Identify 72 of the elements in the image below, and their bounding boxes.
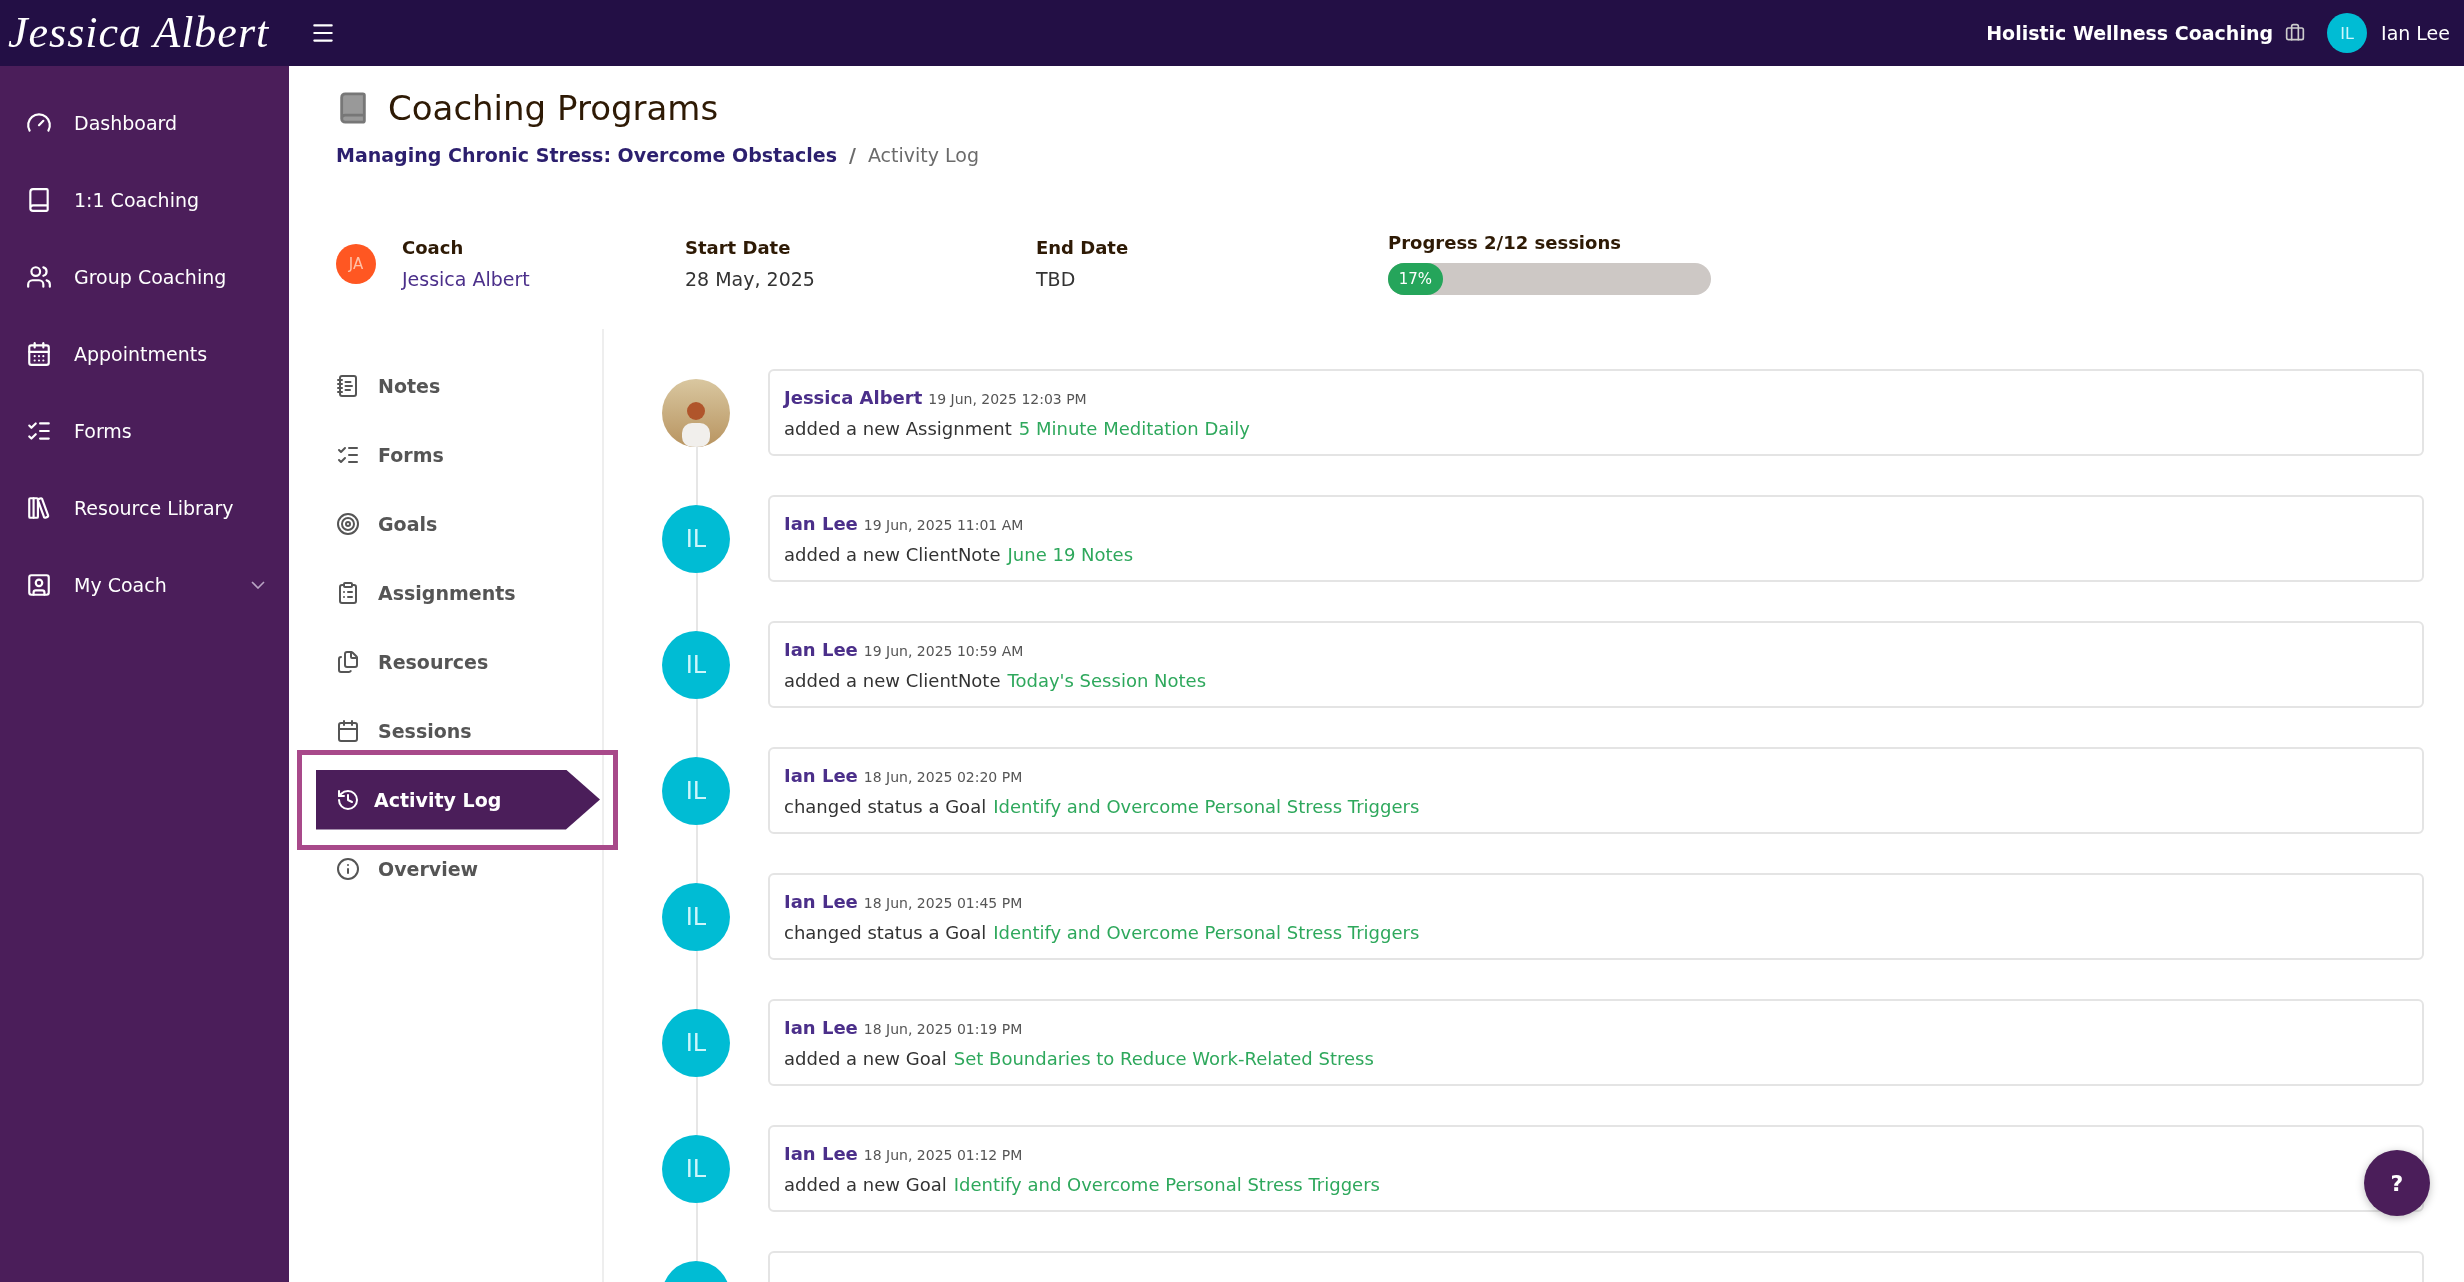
tab[interactable]: Resources <box>336 649 489 674</box>
info-label: Progress 2/12 sessions <box>1388 232 1622 253</box>
user-name[interactable]: Ian Lee <box>2381 22 2450 44</box>
sidebar-item[interactable]: Group Coaching <box>0 238 289 315</box>
clock-icon <box>336 787 360 812</box>
activity-text: added a new ClientNote <box>784 543 1001 565</box>
briefcase-icon[interactable] <box>2285 23 2306 43</box>
start-date: 28 May, 2025 <box>685 268 816 290</box>
tab[interactable]: Activity Log <box>316 769 600 830</box>
sidebar-item[interactable]: 1:1 Coaching <box>0 161 289 238</box>
info-label: Start Date <box>685 237 792 258</box>
calendar-icon <box>336 718 360 743</box>
logo[interactable]: Jessica Albert <box>0 4 288 62</box>
tab[interactable]: Forms <box>336 442 444 467</box>
tab[interactable]: Notes <box>336 373 441 398</box>
user-name[interactable]: Ian Lee <box>784 1142 858 1164</box>
user-name[interactable]: Ian Lee <box>784 890 858 912</box>
user-card-icon <box>26 571 52 598</box>
tab[interactable]: Overview <box>336 856 479 881</box>
timestamp: 18 Jun, 2025 01:45 PM <box>863 894 1023 911</box>
clipboard-icon <box>336 580 360 605</box>
tab[interactable]: Goals <box>336 511 438 536</box>
timestamp: 19 Jun, 2025 10:59 AM <box>863 642 1024 659</box>
user-avatar: IL <box>662 1008 730 1077</box>
activity-text: changed status a Goal <box>784 795 987 817</box>
activity-text: added a new Assignment <box>784 417 1012 439</box>
tab[interactable]: Assignments <box>336 580 516 605</box>
activity-text: added a new Goal <box>784 1047 947 1069</box>
coach-name-link[interactable]: Jessica Albert <box>402 268 685 290</box>
chevron-down-icon <box>251 580 265 589</box>
user-name[interactable]: Jessica Albert <box>784 386 923 408</box>
page-title: Coaching Programs <box>388 88 719 128</box>
activity-text: added a new ClientNote <box>784 669 1001 691</box>
user-avatar: IL <box>662 756 730 825</box>
user-name[interactable]: Ian Lee <box>784 512 858 534</box>
user-name[interactable]: Ian Lee <box>784 1016 858 1038</box>
breadcrumb-separator: / <box>848 144 856 166</box>
user-avatar: IL <box>662 1134 730 1203</box>
group-icon <box>26 263 52 290</box>
end-date: TBD <box>1036 268 1077 290</box>
timestamp: 18 Jun, 2025 01:19 PM <box>863 1020 1023 1037</box>
breadcrumb-current: Activity Log <box>867 144 979 166</box>
info-label: End Date <box>1036 237 1130 258</box>
calendar-icon <box>26 340 52 367</box>
tab[interactable]: Sessions <box>336 718 472 743</box>
activity-text: changed status a Goal <box>784 921 987 943</box>
progress-fill: 17% <box>1388 263 1443 295</box>
sidebar-item[interactable]: Resource Library <box>0 469 289 546</box>
timestamp: 19 Jun, 2025 11:01 AM <box>863 516 1024 533</box>
breadcrumb-link[interactable]: Managing Chronic Stress: Overcome Obstacles <box>336 144 837 166</box>
timestamp: 19 Jun, 2025 12:03 PM <box>928 390 1087 407</box>
sidebar-item[interactable]: Appointments <box>0 315 289 392</box>
notepad-icon <box>336 373 360 398</box>
coach-avatar: JA <box>336 243 376 284</box>
sidebar-item[interactable]: Forms <box>0 392 289 469</box>
info-icon <box>336 856 360 881</box>
target-icon <box>336 511 360 536</box>
user-avatar: IL <box>662 504 730 573</box>
sidebar-item[interactable]: My Coach <box>0 546 289 623</box>
book-icon <box>26 186 52 213</box>
user-avatar: IL <box>662 630 730 699</box>
organization-name: Holistic Wellness Coaching <box>1986 22 2274 44</box>
info-label: Coach <box>402 237 465 258</box>
timestamp: 18 Jun, 2025 02:20 PM <box>863 768 1023 785</box>
user-name[interactable]: Ian Lee <box>784 764 858 786</box>
timestamp: 18 Jun, 2025 01:12 PM <box>863 1146 1023 1163</box>
activity-text: added a new Goal <box>784 1173 947 1195</box>
user-name[interactable]: Ian Lee <box>784 638 858 660</box>
files-icon <box>336 649 360 674</box>
user-avatar: IL <box>662 882 730 951</box>
books-icon <box>26 494 52 521</box>
sidebar-item[interactable]: Dashboard <box>0 84 289 161</box>
